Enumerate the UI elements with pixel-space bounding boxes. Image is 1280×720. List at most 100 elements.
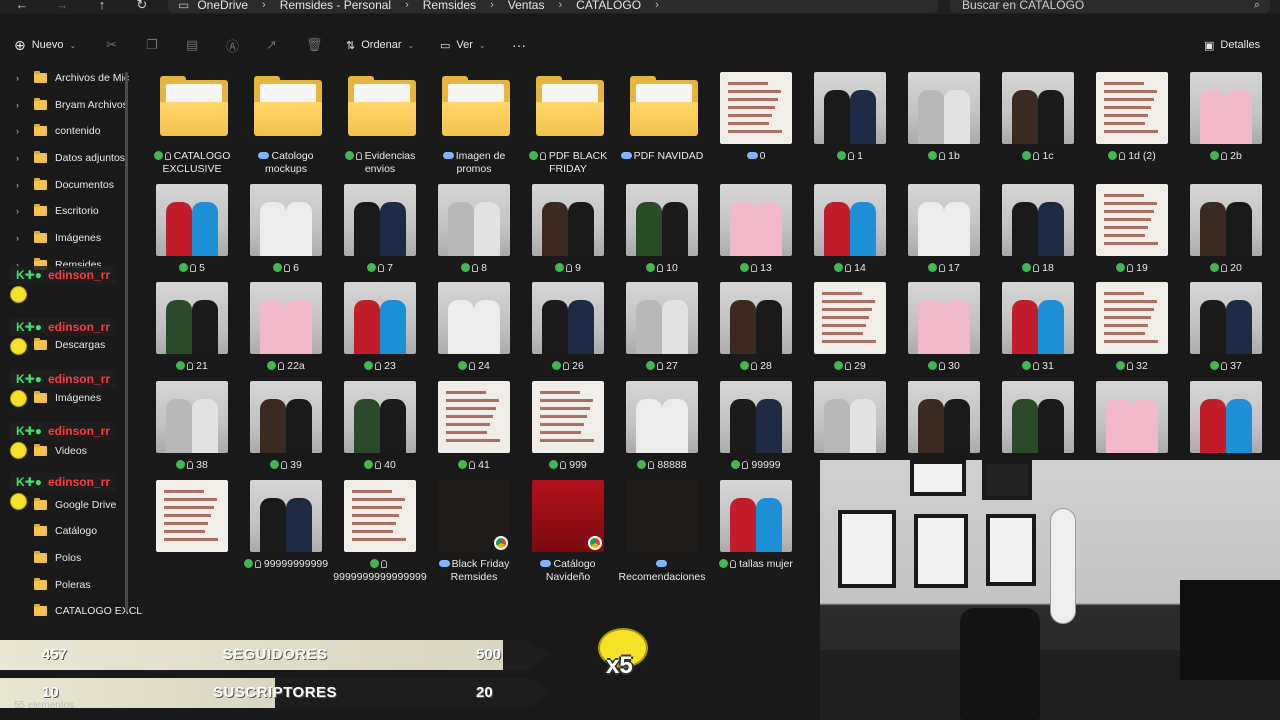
file-item[interactable]: 10 [614,182,706,282]
more-options-button[interactable]: ··· [512,37,526,53]
chevron-right-icon[interactable]: › [16,206,26,216]
sidebar-item[interactable]: Catálogo [16,521,97,541]
chevron-right-icon[interactable]: › [16,126,26,136]
file-item[interactable]: Recomendaciones [614,478,706,583]
file-item[interactable]: Imagen de promos [426,70,518,175]
file-item[interactable]: 1 [802,70,894,170]
file-item[interactable]: 9 [520,182,612,282]
file-item[interactable]: 28 [708,280,800,380]
sidebar-item-label: Poleras [55,579,91,591]
file-item[interactable]: 999 [520,379,612,479]
file-item[interactable]: 17 [896,182,988,282]
file-item[interactable]: 21 [144,280,236,380]
file-item[interactable]: 23 [332,280,424,380]
synced-icon [176,361,186,370]
breadcrumb-remsides[interactable]: Remsides [423,0,476,12]
breadcrumb-remsides-personal[interactable]: Remsides - Personal [280,0,391,12]
file-item[interactable]: 1d (2) [1084,70,1176,170]
breadcrumb-ventas[interactable]: Ventas [508,0,545,12]
sidebar-item[interactable]: › Documentos [16,175,114,195]
file-item[interactable]: 99999 [708,379,800,479]
file-item[interactable]: 32 [1084,280,1176,380]
view-button[interactable]: ▭ Ver ⌄ [440,39,486,52]
file-name: 26 [572,360,584,372]
chevron-right-icon[interactable]: › [16,233,26,243]
file-item[interactable]: 0 [708,70,800,170]
sidebar-item[interactable]: › Imágenes [16,228,101,248]
file-item[interactable]: tallas mujer [708,478,800,578]
file-item[interactable]: 99999999999 [238,478,330,578]
file-item[interactable]: 37 [1178,280,1270,380]
file-item[interactable]: 27 [614,280,706,380]
search-input[interactable]: Buscar en CATALOGO ⌕ [950,0,1270,13]
breadcrumb-catalogo[interactable]: CATALOGO [576,0,641,12]
file-item[interactable]: Black Friday Remsides [426,478,518,583]
sidebar-item[interactable]: Poleras [16,575,91,595]
sidebar-item[interactable]: › Bryam Archivos [16,95,128,115]
file-item[interactable]: 9999999999999999 [332,478,427,583]
file-item[interactable]: 14 [802,182,894,282]
file-item[interactable]: 1b [896,70,988,170]
file-item[interactable]: 29 [802,280,894,380]
sidebar-item[interactable]: Descargas [16,335,105,355]
sidebar-item[interactable]: › Archivos de Mic [16,68,129,88]
file-item[interactable]: 26 [520,280,612,380]
file-item[interactable]: Catologo mockups [238,70,330,175]
delete-icon[interactable]: 🗑 [306,37,323,53]
navigation-scrollbar[interactable] [125,72,128,612]
sidebar-item[interactable]: Polos [16,548,81,568]
file-item[interactable] [144,478,236,578]
file-item[interactable]: 13 [708,182,800,282]
sort-button[interactable]: ⇅ Ordenar ⌄ [346,39,414,52]
file-thumbnail [626,282,698,354]
file-item[interactable]: CATALOGO EXCLUSIVE [144,70,236,175]
file-thumbnail [250,480,322,552]
file-item[interactable]: 6 [238,182,330,282]
sidebar-item[interactable]: Google Drive [16,495,116,515]
file-item[interactable]: 18 [990,182,1082,282]
file-item[interactable]: 2b [1178,70,1270,170]
file-item[interactable]: 31 [990,280,1082,380]
folder-icon [34,71,47,83]
copy-icon[interactable]: ❐ [146,37,158,53]
file-item[interactable]: PDF NAVIDAD [614,70,706,170]
sidebar-item[interactable]: CATALOGO EXCL [16,601,142,621]
rename-icon[interactable]: Ⓐ [226,36,239,55]
sidebar-item[interactable]: Imágenes [16,388,101,408]
breadcrumb-onedrive[interactable]: OneDrive [197,0,248,12]
file-item[interactable]: 30 [896,280,988,380]
sidebar-item[interactable]: › Datos adjuntos [16,148,125,168]
new-button[interactable]: ⊕ Nuevo ⌄ [14,37,76,54]
file-item[interactable]: 39 [238,379,330,479]
file-item[interactable]: 20 [1178,182,1270,282]
sheet-line [822,292,862,295]
refresh-icon[interactable]: ↻ [132,0,152,12]
file-item[interactable]: 1c [990,70,1082,170]
cut-icon[interactable]: ✂ [106,37,117,53]
file-item[interactable]: 24 [426,280,518,380]
up-icon[interactable]: ↑ [92,0,112,12]
file-item[interactable]: 41 [426,379,518,479]
chevron-right-icon[interactable]: › [16,73,26,83]
file-item[interactable]: 88888 [614,379,706,479]
details-button[interactable]: ▣ Detalles [1204,39,1260,52]
sidebar-item[interactable]: › Escritorio [16,201,99,221]
sidebar-item[interactable]: › contenido [16,121,101,141]
file-item[interactable]: Evidencias envios [332,70,424,175]
forward-icon[interactable]: → [52,0,72,12]
file-item[interactable]: PDF BLACK FRIDAY [520,70,612,175]
file-item[interactable]: 38 [144,379,236,479]
file-item[interactable]: 7 [332,182,424,282]
paste-icon[interactable]: ▤ [186,37,198,53]
back-icon[interactable]: ← [12,0,32,12]
file-item[interactable]: 40 [332,379,424,479]
file-item[interactable]: 22a [238,280,330,380]
chevron-right-icon[interactable]: › [16,153,26,163]
share-icon[interactable]: ↗ [266,37,277,53]
chevron-right-icon[interactable]: › [16,180,26,190]
file-item[interactable]: 5 [144,182,236,282]
chevron-right-icon[interactable]: › [16,100,26,110]
file-item[interactable]: 19 [1084,182,1176,282]
file-item[interactable]: Catálogo Navideño [520,478,612,583]
file-item[interactable]: 8 [426,182,518,282]
